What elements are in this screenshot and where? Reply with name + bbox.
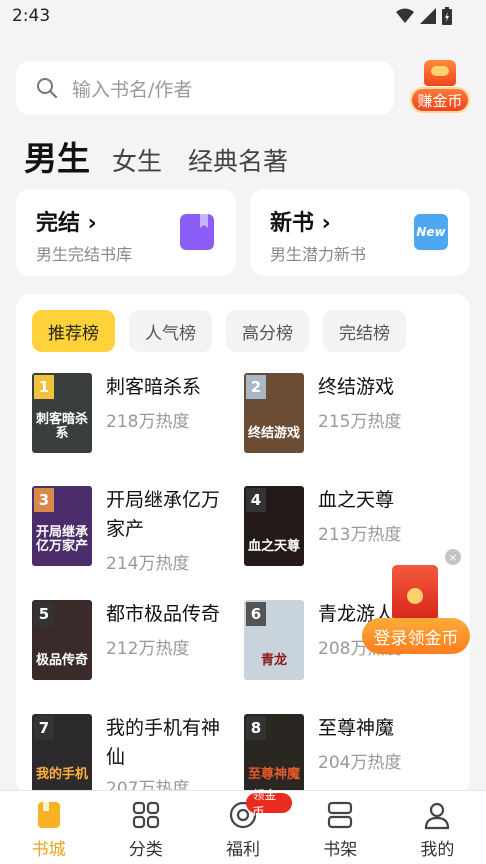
status-icons: [396, 7, 452, 25]
nav-label: 福利: [226, 840, 260, 860]
category-tabs: 男生 女生 经典名著: [24, 132, 314, 180]
book-title: 都市极品传奇: [106, 603, 221, 625]
ranking-tabs: 推荐榜 人气榜 高分榜 完结榜: [32, 310, 406, 352]
nav-label: 书架: [323, 840, 358, 860]
cover-title: 我的手机: [36, 767, 89, 782]
book-cover: 8 至尊神魔: [244, 714, 304, 794]
red-envelope-icon[interactable]: [392, 565, 438, 621]
cover-title: 终结游戏: [248, 426, 301, 441]
book-heat: 213万热度: [318, 525, 402, 545]
earn-coins-label: 赚金币: [410, 87, 470, 113]
book-item[interactable]: 3 开局继承亿万家产 开局继承亿万家产 214万热度: [32, 486, 242, 586]
tab-female[interactable]: 女生: [112, 142, 162, 178]
nav-bookshelf[interactable]: 书架: [292, 791, 389, 864]
grid-icon: [132, 801, 159, 829]
book-heat: 212万热度: [106, 639, 190, 659]
book-cover: 5 极品传奇: [32, 600, 92, 680]
finished-books-card[interactable]: 完结 › 男生完结书库: [16, 189, 236, 276]
earn-coins-button[interactable]: 赚金币: [408, 60, 472, 116]
book-cover: 4 血之天尊: [244, 486, 304, 566]
tab-top-rated[interactable]: 高分榜: [226, 310, 309, 352]
entry-subtitle: 男生潜力新书: [270, 245, 367, 264]
tab-completed[interactable]: 完结榜: [323, 310, 406, 352]
book-title: 终结游戏: [318, 376, 395, 398]
book-item[interactable]: 5 极品传奇 都市极品传奇 212万热度: [32, 600, 242, 700]
book-heat: 214万热度: [106, 554, 190, 574]
new-badge-icon: New: [414, 214, 448, 250]
rank-badge: 1: [34, 375, 54, 399]
book-title: 我的手机有神仙: [106, 717, 221, 768]
book-cover: 6 青龙: [244, 600, 304, 680]
status-bar: 2:43: [0, 0, 486, 34]
book-cover: 1 刺客暗杀系: [32, 373, 92, 453]
book-item[interactable]: 2 终结游戏 终结游戏 215万热度: [244, 373, 454, 473]
bookstore-icon: [37, 802, 60, 828]
new-books-card[interactable]: 新书 › 男生潜力新书 New: [250, 189, 470, 276]
book-heat: 204万热度: [318, 753, 402, 773]
cover-title: 刺客暗杀系: [36, 412, 89, 441]
bookmark-icon: [180, 214, 214, 250]
rank-badge: 4: [246, 488, 266, 512]
book-title: 刺客暗杀系: [106, 376, 202, 398]
search-icon: [37, 78, 58, 99]
entry-title: 完结 ›: [36, 211, 97, 236]
book-cover: 2 终结游戏: [244, 373, 304, 453]
signal-icon: [420, 8, 436, 24]
coin-bag-icon: [424, 60, 456, 86]
book-heat: 218万热度: [106, 412, 190, 432]
search-placeholder: 输入书名/作者: [72, 78, 193, 101]
rank-badge: 6: [246, 602, 266, 626]
entry-title: 新书 ›: [270, 211, 331, 236]
wifi-icon: [396, 8, 414, 23]
nav-badge: 领金币: [246, 788, 292, 819]
book-cover: 3 开局继承亿万家产: [32, 486, 92, 566]
rank-badge: 8: [246, 716, 266, 740]
login-coins-button[interactable]: 登录领金币: [362, 618, 470, 654]
tab-popular[interactable]: 人气榜: [129, 310, 212, 352]
status-time: 2:43: [12, 6, 51, 26]
cover-title: 至尊神魔: [248, 767, 301, 782]
user-icon: [425, 802, 450, 830]
bottom-nav: 书城 分类 领金币 福利 书架 我的: [0, 788, 486, 864]
rank-badge: 3: [34, 488, 54, 512]
close-icon[interactable]: ×: [445, 549, 461, 565]
book-cover: 7 我的手机: [32, 714, 92, 794]
nav-mine[interactable]: 我的: [389, 791, 486, 864]
cover-title: 开局继承亿万家产: [36, 525, 89, 554]
tab-recommended[interactable]: 推荐榜: [32, 310, 115, 352]
book-heat: 215万热度: [318, 412, 402, 432]
book-title: 至尊神魔: [318, 717, 395, 739]
search-input[interactable]: 输入书名/作者: [16, 61, 394, 115]
bookshelf-icon: [328, 801, 353, 829]
tab-male[interactable]: 男生: [24, 132, 90, 180]
tab-classics[interactable]: 经典名著: [188, 142, 288, 178]
rank-badge: 7: [34, 716, 54, 740]
nav-label: 书城: [31, 840, 66, 860]
ranking-panel: 推荐榜 人气榜 高分榜 完结榜 1 刺客暗杀系 刺客暗杀系 218万热度 2 终…: [16, 294, 470, 799]
book-item[interactable]: 1 刺客暗杀系 刺客暗杀系 218万热度: [32, 373, 242, 473]
nav-category[interactable]: 分类: [97, 791, 194, 864]
battery-icon: [442, 7, 452, 25]
cover-title: 青龙: [260, 653, 287, 668]
cover-title: 血之天尊: [248, 539, 301, 554]
nav-label: 我的: [420, 840, 455, 860]
cover-title: 极品传奇: [36, 653, 89, 668]
nav-label: 分类: [128, 840, 163, 860]
nav-bookstore[interactable]: 书城: [0, 791, 97, 864]
book-title: 开局继承亿万家产: [106, 489, 221, 540]
rank-badge: 5: [34, 602, 54, 626]
entry-subtitle: 男生完结书库: [36, 245, 133, 264]
nav-welfare[interactable]: 领金币 福利: [194, 788, 292, 864]
book-title: 血之天尊: [318, 489, 395, 511]
rank-badge: 2: [246, 375, 266, 399]
